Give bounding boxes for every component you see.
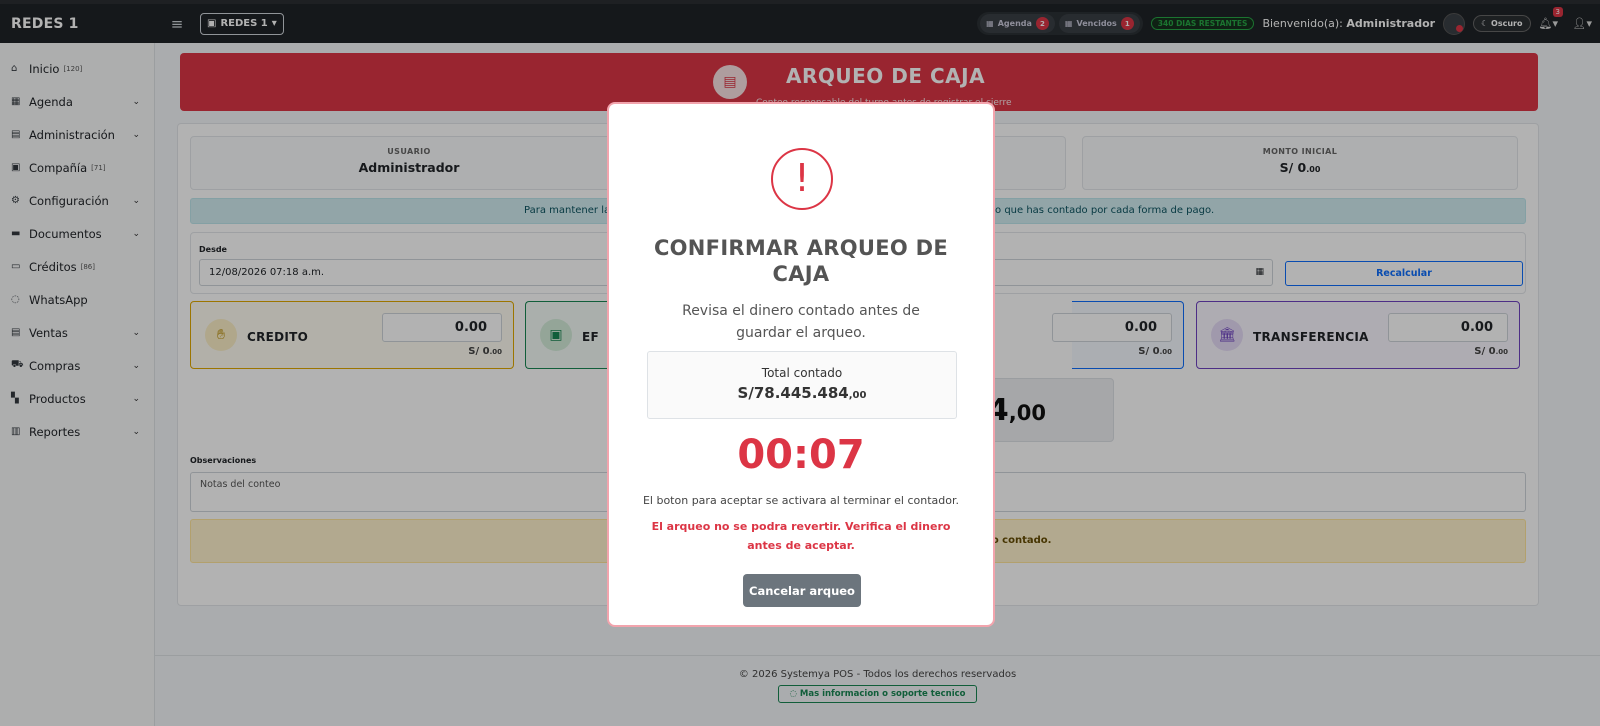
irreversible-warning: El arqueo no se podra revertir. Verifica… (651, 520, 951, 552)
confirm-arqueo-modal: ! CONFIRMAR ARQUEO DE CAJA Revisa el din… (607, 102, 995, 627)
total-contado-box: Total contado S/78.445.484,00 (647, 351, 957, 419)
total-contado-label: Total contado (761, 366, 843, 380)
total-contado-value: S/78.445.484,00 (648, 384, 956, 402)
total-contado-amount: S/78.445.484 (737, 384, 849, 402)
countdown-timer: 00:07 (737, 432, 865, 478)
modal-description: Revisa el dinero contado antes de guarda… (682, 303, 920, 341)
total-contado-cents: ,00 (848, 390, 867, 401)
cancel-arqueo-button[interactable]: Cancelar arqueo (743, 574, 861, 607)
timer-note: El boton para aceptar se activara al ter… (642, 494, 960, 507)
exclamation-icon: ! (771, 148, 833, 210)
modal-title: CONFIRMAR ARQUEO DE CAJA (653, 236, 949, 286)
